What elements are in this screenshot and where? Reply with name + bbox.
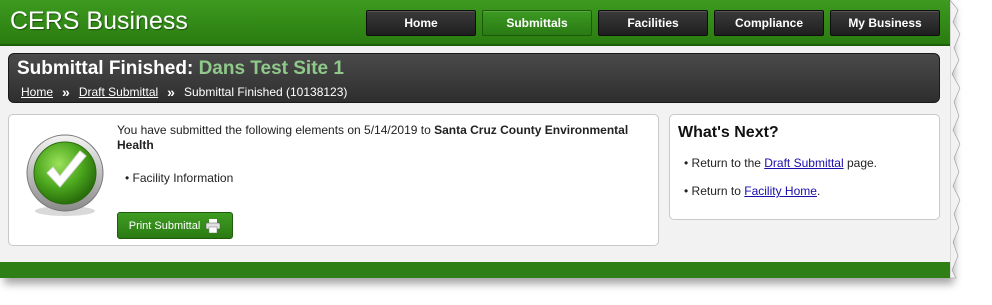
site-name: Dans Test Site 1 — [198, 58, 344, 79]
breadcrumb-current: Submittal Finished (10138123) — [183, 85, 348, 99]
next-item-text: . — [816, 184, 821, 198]
submittal-confirmation-panel: You have submitted the following element… — [8, 114, 659, 246]
nav-compliance[interactable]: Compliance — [714, 10, 824, 36]
torn-edge-decoration — [950, 0, 961, 279]
submitted-elements-list: Facility Information — [125, 171, 234, 185]
printer-icon — [206, 218, 221, 233]
page-title-prefix: Submittal Finished: — [17, 58, 194, 79]
whats-next-panel: What's Next? Return to the Draft Submitt… — [669, 114, 940, 220]
checkmark-circle-icon — [26, 134, 104, 216]
facility-home-link[interactable]: Facility Home — [744, 184, 817, 198]
whats-next-title: What's Next? — [678, 124, 779, 141]
next-item-text: page. — [846, 156, 877, 170]
print-submittal-label: Print Submittal — [128, 219, 201, 232]
breadcrumb: Home » Draft Submittal » Submittal Finis… — [21, 84, 347, 100]
list-item: Return to the Draft Submittal page. — [684, 156, 877, 170]
nav-facilities[interactable]: Facilities — [598, 10, 708, 36]
breadcrumb-separator: » — [62, 84, 70, 100]
submission-message: You have submitted the following element… — [117, 123, 637, 153]
next-item-text: Return to the — [691, 156, 761, 170]
app-header: CERS Business Home Submittals Facilities… — [0, 0, 950, 46]
main-nav: Home Submittals Facilities Compliance My… — [366, 10, 940, 36]
draft-submittal-link[interactable]: Draft Submittal — [764, 156, 843, 170]
whats-next-list: Return to the Draft Submittal page. Retu… — [684, 156, 877, 212]
breadcrumb-home-link[interactable]: Home — [21, 85, 53, 99]
list-item: Facility Information — [125, 171, 234, 185]
breadcrumb-draft-link[interactable]: Draft Submittal — [79, 85, 158, 99]
page-title-bar: Submittal Finished: Dans Test Site 1 Hom… — [8, 53, 940, 103]
print-submittal-button[interactable]: Print Submittal — [117, 212, 233, 239]
nav-my-business[interactable]: My Business — [830, 10, 940, 36]
page-title: Submittal Finished: Dans Test Site 1 — [17, 58, 344, 80]
app-window: CERS Business Home Submittals Facilities… — [0, 0, 950, 278]
breadcrumb-separator: » — [167, 84, 175, 100]
submission-message-text: You have submitted the following element… — [117, 123, 431, 137]
nav-submittals[interactable]: Submittals — [482, 10, 592, 36]
app-title: CERS Business — [10, 7, 188, 35]
list-item: Return to Facility Home. — [684, 184, 877, 198]
nav-home[interactable]: Home — [366, 10, 476, 36]
app-footer — [0, 262, 950, 278]
next-item-text: Return to — [691, 184, 741, 198]
